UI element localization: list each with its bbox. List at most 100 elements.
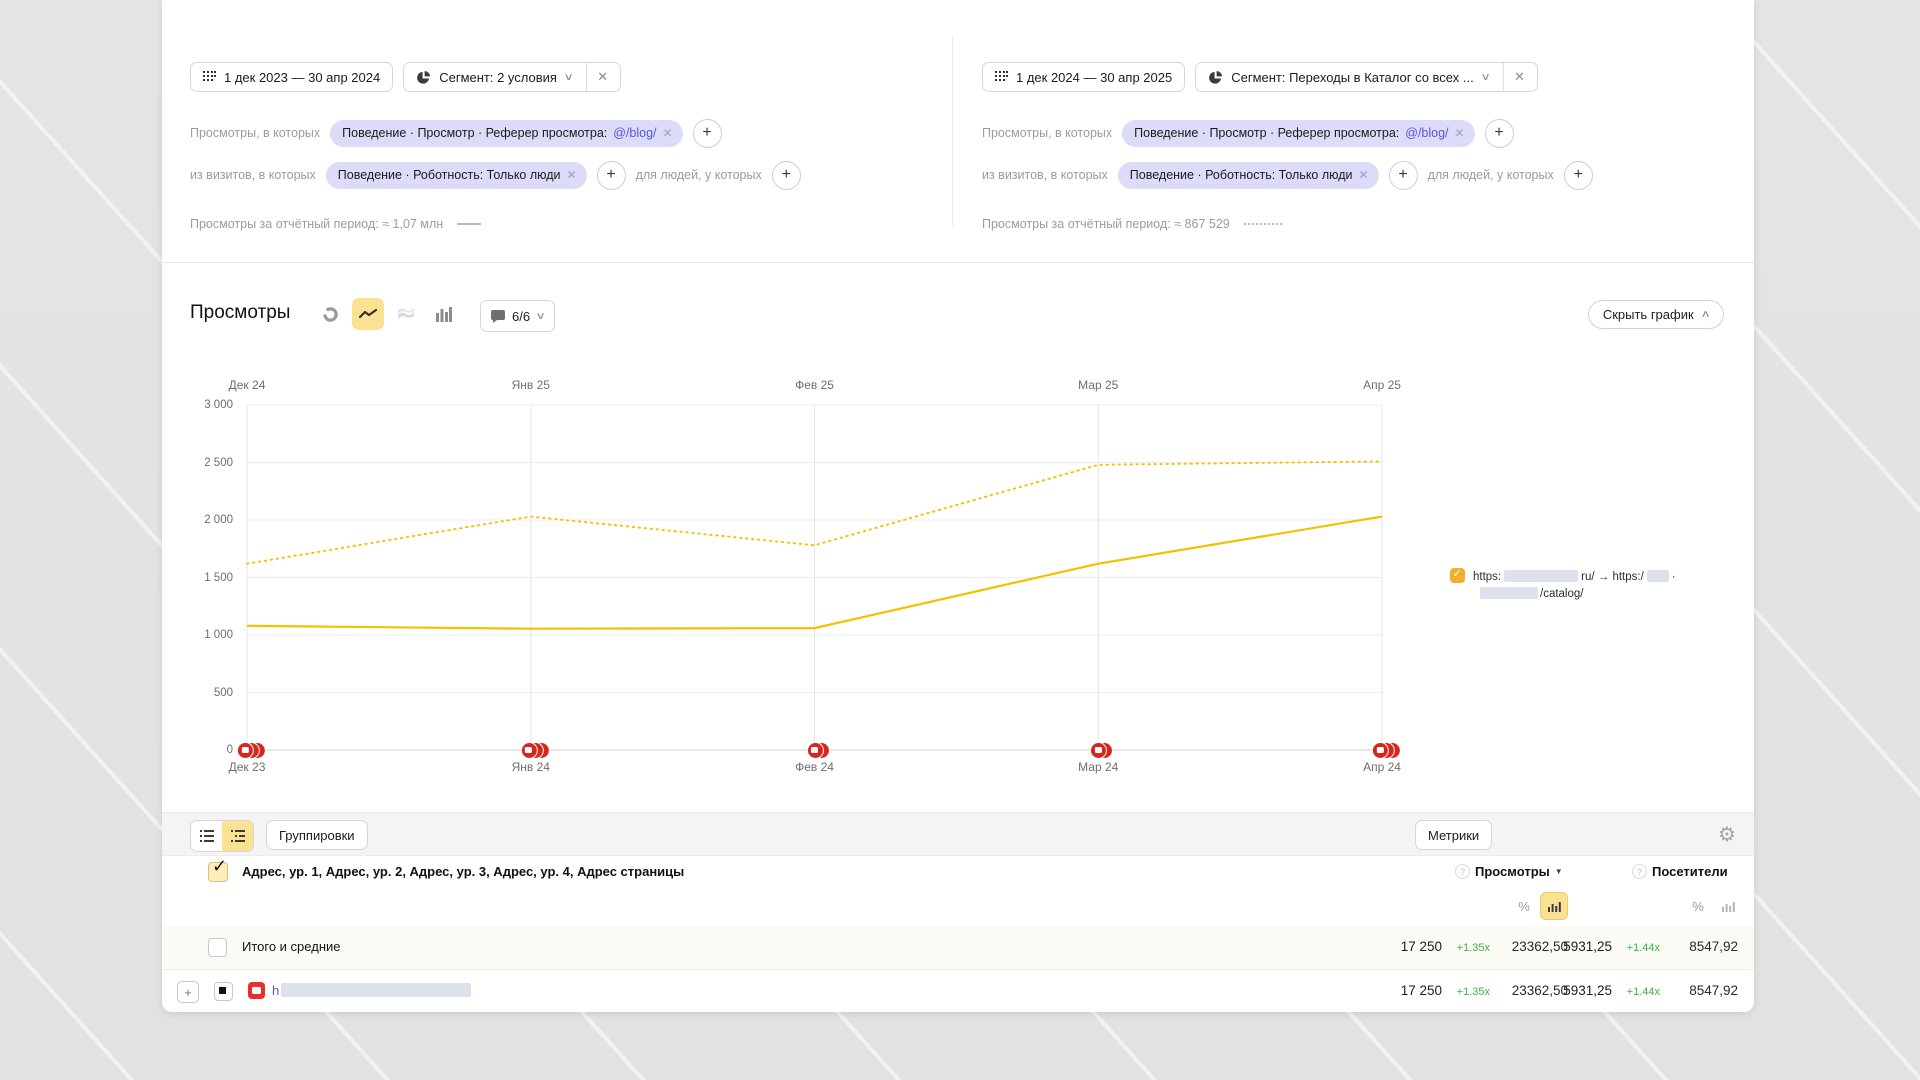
row-url-link[interactable]: h [272,983,471,998]
annotation-marker-cluster[interactable] [1372,742,1401,759]
line-chart-type-button[interactable] [352,298,384,330]
expand-row-button[interactable]: + [177,981,199,1003]
row-checkbox[interactable] [214,982,233,1001]
annotation-marker-icon[interactable] [521,742,538,759]
hide-chart-button[interactable]: Скрыть график ∧ [1588,300,1724,329]
x-axis-bottom-label: Мар 24 [1078,760,1118,774]
annotation-marker-cluster[interactable] [521,742,550,759]
calendar-grid-icon [995,71,1008,83]
segment-button-a[interactable]: Сегмент: 2 условия ∨ ✕ [403,62,621,92]
add-views-condition-button[interactable]: + [693,119,722,148]
groupings-button[interactable]: Группировки [266,820,368,850]
date-range-button-a[interactable]: 1 дек 2023 — 30 апр 2024 [190,62,393,92]
list-icon [200,830,214,842]
segment-label: Сегмент: 2 условия [439,70,557,85]
table-toolbar: Группировки Метрики ⚙ [162,812,1754,856]
annotation-marker-icon[interactable] [237,742,254,759]
y-axis-label: 1 000 [204,629,233,641]
add-people-condition-button[interactable]: + [1564,161,1593,190]
chip-close-icon[interactable]: ✕ [567,168,577,182]
views-column-label: Просмотры [1475,864,1550,879]
visits-condition-label: из визитов, в которых [982,168,1108,182]
segment-label: Сегмент: Переходы в Каталог со всех ... [1231,70,1474,85]
series-count-dropdown[interactable]: 6/6 ∨ [480,300,555,332]
x-axis-top-label: Фев 25 [795,378,834,392]
visitors-percent-toggle[interactable]: % [1684,892,1712,920]
annotation-marker-cluster[interactable] [237,742,266,759]
annotation-marker-icon[interactable] [806,742,823,759]
date-range-button-b[interactable]: 1 дек 2024 — 30 апр 2025 [982,62,1185,92]
y-axis-label: 2 500 [204,457,233,469]
help-icon[interactable]: ? [1632,864,1647,879]
percent-icon: % [1692,899,1704,914]
gear-icon[interactable]: ⚙ [1718,821,1736,849]
date-range-label: 1 дек 2024 — 30 апр 2025 [1016,70,1172,85]
button-separator [586,63,587,91]
flat-list-view-button[interactable] [191,821,222,851]
totals-checkbox[interactable] [208,938,227,957]
views-column-header[interactable]: ? Просмотры ▼ [1455,864,1563,879]
chip-close-icon[interactable]: ✕ [1455,126,1465,140]
table-row: + h 17 250 +1.35x 23362,50 5931,25 +1.44… [162,969,1754,1011]
legend-url-text: https:ru/ → https:/· /catalog/ [1450,571,1676,600]
x-axis-top-label: Мар 25 [1078,378,1118,392]
chevron-up-icon: ∧ [1700,309,1710,320]
views-percent-toggle[interactable]: % [1510,892,1538,920]
annotation-marker-icon[interactable] [1372,742,1389,759]
add-views-condition-button[interactable]: + [1485,119,1514,148]
legend-checkbox[interactable] [1450,568,1465,583]
chip-close-icon[interactable]: ✕ [663,126,673,140]
desktop-background: 1 дек 2023 — 30 апр 2024 Сегмент: 2 усло… [0,0,1920,1080]
annotation-marker-icon[interactable] [1090,742,1107,759]
add-visits-condition-button[interactable]: + [597,161,626,190]
chart-legend: https:ru/ → https:/· /catalog/ [1450,568,1740,603]
pie-chart-type-button[interactable] [314,298,346,330]
metrics-button[interactable]: Метрики [1415,820,1492,850]
visits-condition-label: из визитов, в которых [190,168,316,182]
x-axis-top-labels: Дек 24Янв 25Фев 25Мар 25Апр 25 [247,378,1382,394]
row-views-values: 17 250 +1.35x 23362,50 [1374,983,1568,998]
annotation-marker-cluster[interactable] [1090,742,1113,759]
x-axis-top-label: Дек 24 [229,378,266,392]
segment-pie-icon [416,70,431,85]
annotation-marker-cluster[interactable] [806,742,829,759]
bar-chart-type-button[interactable] [428,298,460,330]
visitors-bars-toggle[interactable] [1714,892,1742,920]
add-visits-condition-button[interactable]: + [1389,161,1418,190]
donut-chart-icon [322,306,339,323]
segment-button-b[interactable]: Сегмент: Переходы в Каталог со всех ... … [1195,62,1538,92]
views-bars-toggle[interactable] [1540,892,1568,920]
select-all-checkbox[interactable] [208,862,228,882]
chip-link[interactable]: @/blog/ [1405,126,1448,140]
views-filter-chip[interactable]: Поведение · Просмотр · Реферер просмотра… [330,120,682,147]
note-glyph [525,747,532,753]
remove-segment-icon[interactable]: ✕ [597,69,608,85]
visitors-column-header[interactable]: ? Посетители [1632,864,1728,879]
visits-filter-chip[interactable]: Поведение · Роботность: Только люди ✕ [326,162,587,189]
area-chart-type-button[interactable] [390,298,422,330]
note-glyph [241,747,248,753]
comment-bubble-icon [491,310,505,323]
chevron-down-icon: ∨ [536,311,546,322]
remove-segment-icon[interactable]: ✕ [1514,69,1525,85]
add-people-condition-button[interactable]: + [772,161,801,190]
chart-title: Просмотры [190,302,290,324]
tree-icon [231,830,245,842]
chip-link[interactable]: @/blog/ [613,126,656,140]
people-condition-label: для людей, у которых [636,168,762,182]
tree-view-button[interactable] [222,821,253,851]
chip-text: Поведение · Просмотр · Реферер просмотра… [342,126,607,140]
segment-panel-a: 1 дек 2023 — 30 апр 2024 Сегмент: 2 усло… [190,0,930,262]
solid-line-swatch [457,223,481,225]
note-glyph [811,747,818,753]
metrica-report-card: 1 дек 2023 — 30 апр 2024 Сегмент: 2 усло… [162,0,1754,1012]
chart-area: Дек 24Янв 25Фев 25Мар 25Апр 25 3 0002 50… [162,340,1754,810]
chip-close-icon[interactable]: ✕ [1359,168,1369,182]
help-icon[interactable]: ? [1455,864,1470,879]
views-filter-chip[interactable]: Поведение · Просмотр · Реферер просмотра… [1122,120,1474,147]
segment-panel-b: 1 дек 2024 — 30 апр 2025 Сегмент: Перехо… [982,0,1742,262]
row-visitors-values: 5931,25 +1.44x 8547,92 [1544,983,1738,998]
sort-desc-icon: ▼ [1555,867,1563,876]
visits-filter-chip[interactable]: Поведение · Роботность: Только люди ✕ [1118,162,1379,189]
note-glyph [1376,747,1383,753]
